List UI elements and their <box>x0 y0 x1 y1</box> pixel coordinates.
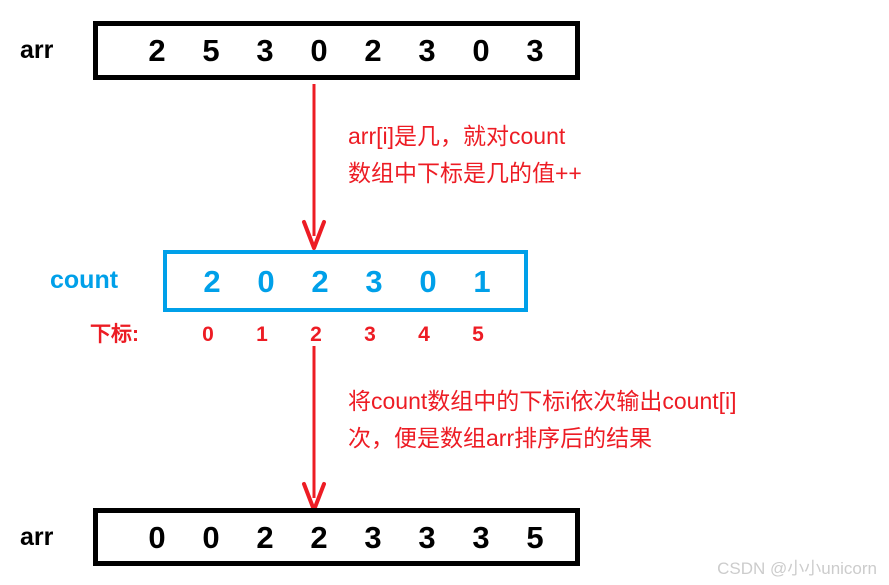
array-cell: 3 <box>418 519 436 555</box>
count-cell: 1 <box>473 263 491 299</box>
csdn-watermark: CSDN @小小unicorn <box>717 559 877 578</box>
annotation-step2-line2: 次，便是数组arr排序后的结果 <box>348 425 653 451</box>
index-cell: 5 <box>472 323 484 346</box>
count-cell: 2 <box>203 263 221 299</box>
output-array-cells: 00223335 <box>130 513 562 561</box>
array-cell: 5 <box>526 519 544 555</box>
output-array-box: 00223335 <box>93 508 580 566</box>
annotation-step2: 将count数组中的下标i依次输出count[i] 次，便是数组arr排序后的结… <box>348 383 737 457</box>
array-cell: 3 <box>364 519 382 555</box>
index-cell: 4 <box>418 323 430 346</box>
array-cell: 5 <box>202 33 220 68</box>
count-array-box: 202301 <box>163 250 528 312</box>
array-cell: 2 <box>364 33 382 68</box>
count-cell: 0 <box>419 263 437 299</box>
array-cell: 3 <box>256 33 274 68</box>
count-index-cells: 0 1 2 3 4 5 <box>181 322 505 348</box>
array-cell: 2 <box>256 519 274 555</box>
annotation-step2-line1: 将count数组中的下标i依次输出count[i] <box>348 388 737 414</box>
index-cell: 1 <box>256 323 268 346</box>
annotation-step1-line1: arr[i]是几，就对count <box>348 123 566 149</box>
array-cell: 2 <box>148 33 166 68</box>
count-index-row: 下标: 0 1 2 3 4 5 <box>90 322 505 348</box>
array-cell: 3 <box>418 33 436 68</box>
input-array-box: 2 5 3 0 2 3 0 3 <box>93 21 580 80</box>
annotation-step1-line2: 数组中下标是几的值++ <box>348 160 582 186</box>
index-cell: 0 <box>202 323 214 346</box>
count-index-row-label: 下标: <box>90 323 139 346</box>
array-cell: 0 <box>202 519 220 555</box>
count-array-label: count <box>50 266 119 294</box>
array-cell: 0 <box>310 33 328 68</box>
index-cell: 3 <box>364 323 376 346</box>
count-array-cells: 202301 <box>185 254 509 308</box>
arrow-down-to-count-icon <box>298 84 330 250</box>
count-cell: 3 <box>365 263 383 299</box>
count-cell: 0 <box>257 263 275 299</box>
index-cell: 2 <box>310 323 322 346</box>
arrow-down-to-output-icon <box>298 346 330 512</box>
array-cell: 0 <box>472 33 490 68</box>
count-cell: 2 <box>311 263 329 299</box>
input-array-cells: 2 5 3 0 2 3 0 3 <box>130 26 562 75</box>
array-cell: 2 <box>310 519 328 555</box>
array-cell: 3 <box>526 33 544 68</box>
array-cell: 3 <box>472 519 490 555</box>
diagram-canvas: arr 25302303 arr[i]是几，就对count 数组中下标是几的值+… <box>0 0 889 585</box>
array-cell: 0 <box>148 519 166 555</box>
output-array-label: arr <box>20 523 54 551</box>
input-array-label: arr <box>20 36 54 64</box>
annotation-step1: arr[i]是几，就对count 数组中下标是几的值++ <box>348 118 582 192</box>
